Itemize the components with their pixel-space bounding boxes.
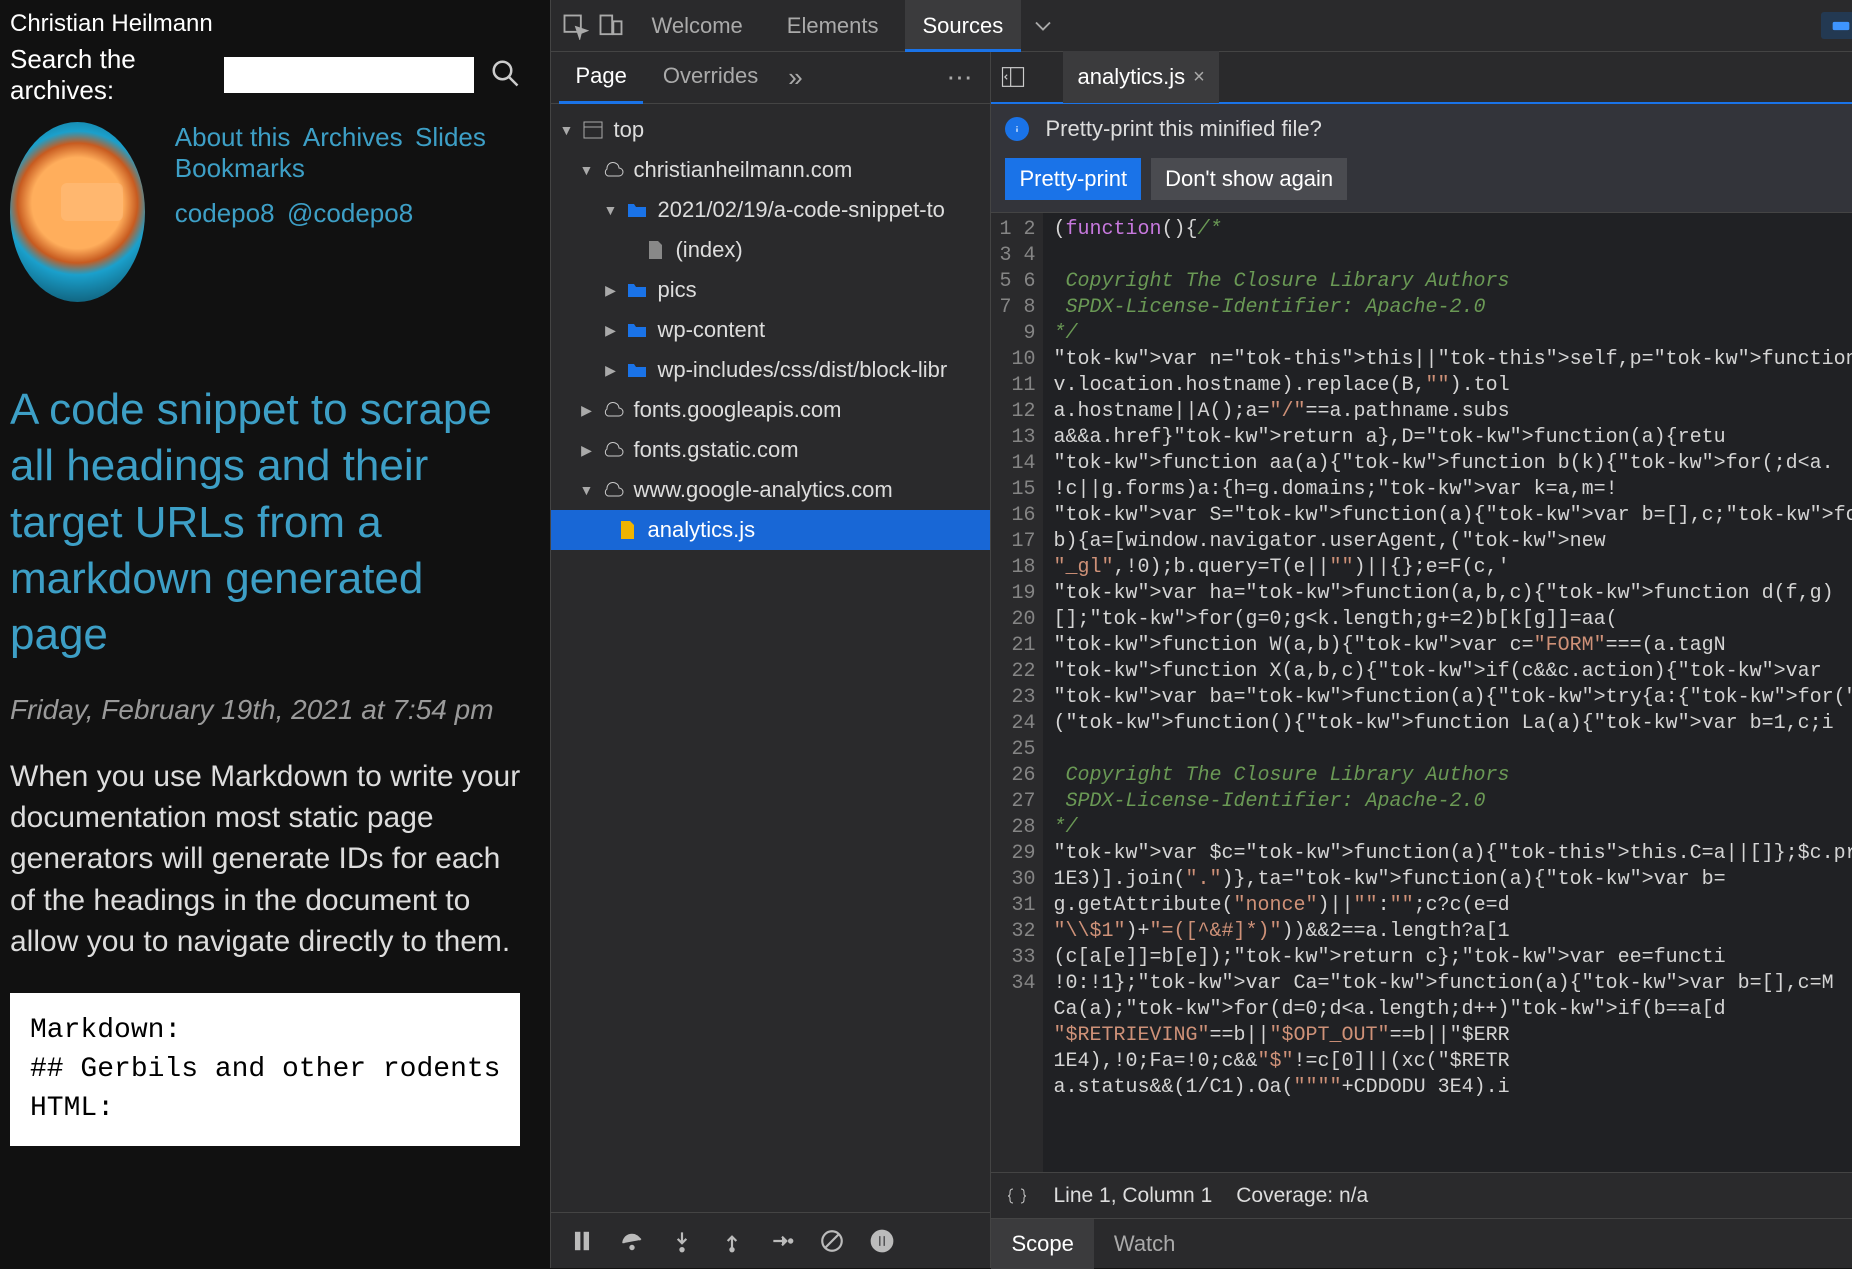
handle-twitter[interactable]: @codepo8 — [287, 198, 413, 228]
nav-tab-more-icon[interactable]: » — [778, 62, 812, 93]
nav-links: About this Archives Slides Bookmarks cod… — [175, 122, 521, 302]
search-icon[interactable] — [490, 58, 520, 93]
info-icon — [1005, 117, 1029, 141]
editor-column: analytics.js × Pretty-print this minifie… — [991, 52, 1852, 1268]
article-body: When you use Markdown to write your docu… — [10, 756, 520, 963]
debugger-controls — [551, 1212, 990, 1268]
infobar-text: Pretty-print this minified file? — [1045, 116, 1321, 142]
nav-slides[interactable]: Slides — [415, 122, 486, 152]
issues-badge[interactable]: 36 — [1821, 12, 1852, 39]
tree-origin[interactable]: ▶ fonts.googleapis.com — [551, 390, 990, 430]
coverage-status: Coverage: n/a — [1236, 1184, 1368, 1208]
nav-tab-page[interactable]: Page — [559, 52, 642, 104]
devtools: Welcome Elements Sources 36 ⋯ Page Overr… — [550, 0, 1852, 1268]
nav-archives[interactable]: Archives — [303, 122, 403, 152]
step-icon[interactable] — [769, 1228, 795, 1254]
site-title: Christian Heilmann — [10, 10, 520, 38]
tree-origin[interactable]: ▼ www.google-analytics.com — [551, 470, 990, 510]
webpage-panel: Christian Heilmann Search the archives: … — [0, 0, 550, 1268]
avatar — [10, 122, 145, 302]
deactivate-breakpoints-icon[interactable] — [819, 1228, 845, 1254]
tab-welcome[interactable]: Welcome — [633, 0, 760, 52]
pause-icon[interactable] — [569, 1228, 595, 1254]
nav-tab-overrides[interactable]: Overrides — [647, 52, 774, 104]
profile-row: About this Archives Slides Bookmarks cod… — [10, 122, 520, 302]
editor-status-bar: Line 1, Column 1 Coverage: n/a — [991, 1172, 1852, 1218]
nav-about[interactable]: About this — [175, 122, 291, 152]
article-date: Friday, February 19th, 2021 at 7:54 pm — [10, 694, 520, 726]
pretty-print-button[interactable]: Pretty-print — [1005, 158, 1141, 200]
search-input[interactable] — [224, 57, 475, 93]
toggle-navigator-icon[interactable] — [999, 63, 1027, 91]
sources-navigator: Page Overrides » ⋯ ▼ top ▼ christianheil… — [551, 52, 991, 1268]
tree-folder[interactable]: ▶ wp-content — [551, 310, 990, 350]
inspect-icon[interactable] — [561, 12, 589, 40]
code-content[interactable]: (function(){/* Copyright The Closure Lib… — [1043, 213, 1852, 1172]
handle-codepo8[interactable]: codepo8 — [175, 198, 275, 228]
nav-bookmarks[interactable]: Bookmarks — [175, 153, 305, 183]
editor-tabs: analytics.js × — [991, 52, 1852, 104]
tree-origin[interactable]: ▶ fonts.gstatic.com — [551, 430, 990, 470]
tree-folder[interactable]: ▼ 2021/02/19/a-code-snippet-to — [551, 190, 990, 230]
navigator-tabs: Page Overrides » ⋯ — [551, 52, 990, 104]
tree-origin[interactable]: ▼ christianheilmann.com — [551, 150, 990, 190]
tab-elements[interactable]: Elements — [769, 0, 897, 52]
step-over-icon[interactable] — [619, 1228, 645, 1254]
dont-show-again-button[interactable]: Don't show again — [1151, 158, 1347, 200]
step-into-icon[interactable] — [669, 1228, 695, 1254]
tab-close-icon[interactable]: × — [1193, 66, 1205, 89]
debugger-tabs: Scope Watch — [991, 1218, 1852, 1268]
article-title[interactable]: A code snippet to scrape all headings an… — [10, 382, 520, 664]
pause-exceptions-icon[interactable] — [869, 1228, 895, 1254]
code-example: Markdown: ## Gerbils and other rodents H… — [10, 993, 520, 1147]
device-icon[interactable] — [597, 12, 625, 40]
search-row: Search the archives: — [10, 44, 520, 106]
cursor-position: Line 1, Column 1 — [1053, 1184, 1212, 1208]
search-label: Search the archives: — [10, 44, 208, 106]
file-tree: ▼ top ▼ christianheilmann.com ▼ 2021/02/… — [551, 104, 990, 1212]
tab-watch[interactable]: Watch — [1094, 1219, 1196, 1269]
editor-tab-analytics[interactable]: analytics.js × — [1063, 51, 1218, 103]
pretty-print-infobar: Pretty-print this minified file? Learn m… — [991, 104, 1852, 213]
more-tabs-icon[interactable] — [1029, 12, 1057, 40]
tree-folder[interactable]: ▶ pics — [551, 270, 990, 310]
code-editor[interactable]: 1 2 3 4 5 6 7 8 9 10 11 12 13 14 15 16 1… — [991, 213, 1852, 1172]
tree-file-index[interactable]: (index) — [551, 230, 990, 270]
tab-scope[interactable]: Scope — [991, 1219, 1093, 1269]
tree-top[interactable]: ▼ top — [551, 110, 990, 150]
nav-menu-icon[interactable]: ⋯ — [936, 62, 982, 93]
pretty-print-icon[interactable] — [1005, 1184, 1029, 1208]
step-out-icon[interactable] — [719, 1228, 745, 1254]
tree-file-analytics[interactable]: analytics.js — [551, 510, 990, 550]
tab-sources[interactable]: Sources — [905, 0, 1022, 52]
tree-folder[interactable]: ▶ wp-includes/css/dist/block-libr — [551, 350, 990, 390]
line-gutter: 1 2 3 4 5 6 7 8 9 10 11 12 13 14 15 16 1… — [991, 213, 1043, 1172]
devtools-toolbar: Welcome Elements Sources 36 ⋯ — [551, 0, 1852, 52]
